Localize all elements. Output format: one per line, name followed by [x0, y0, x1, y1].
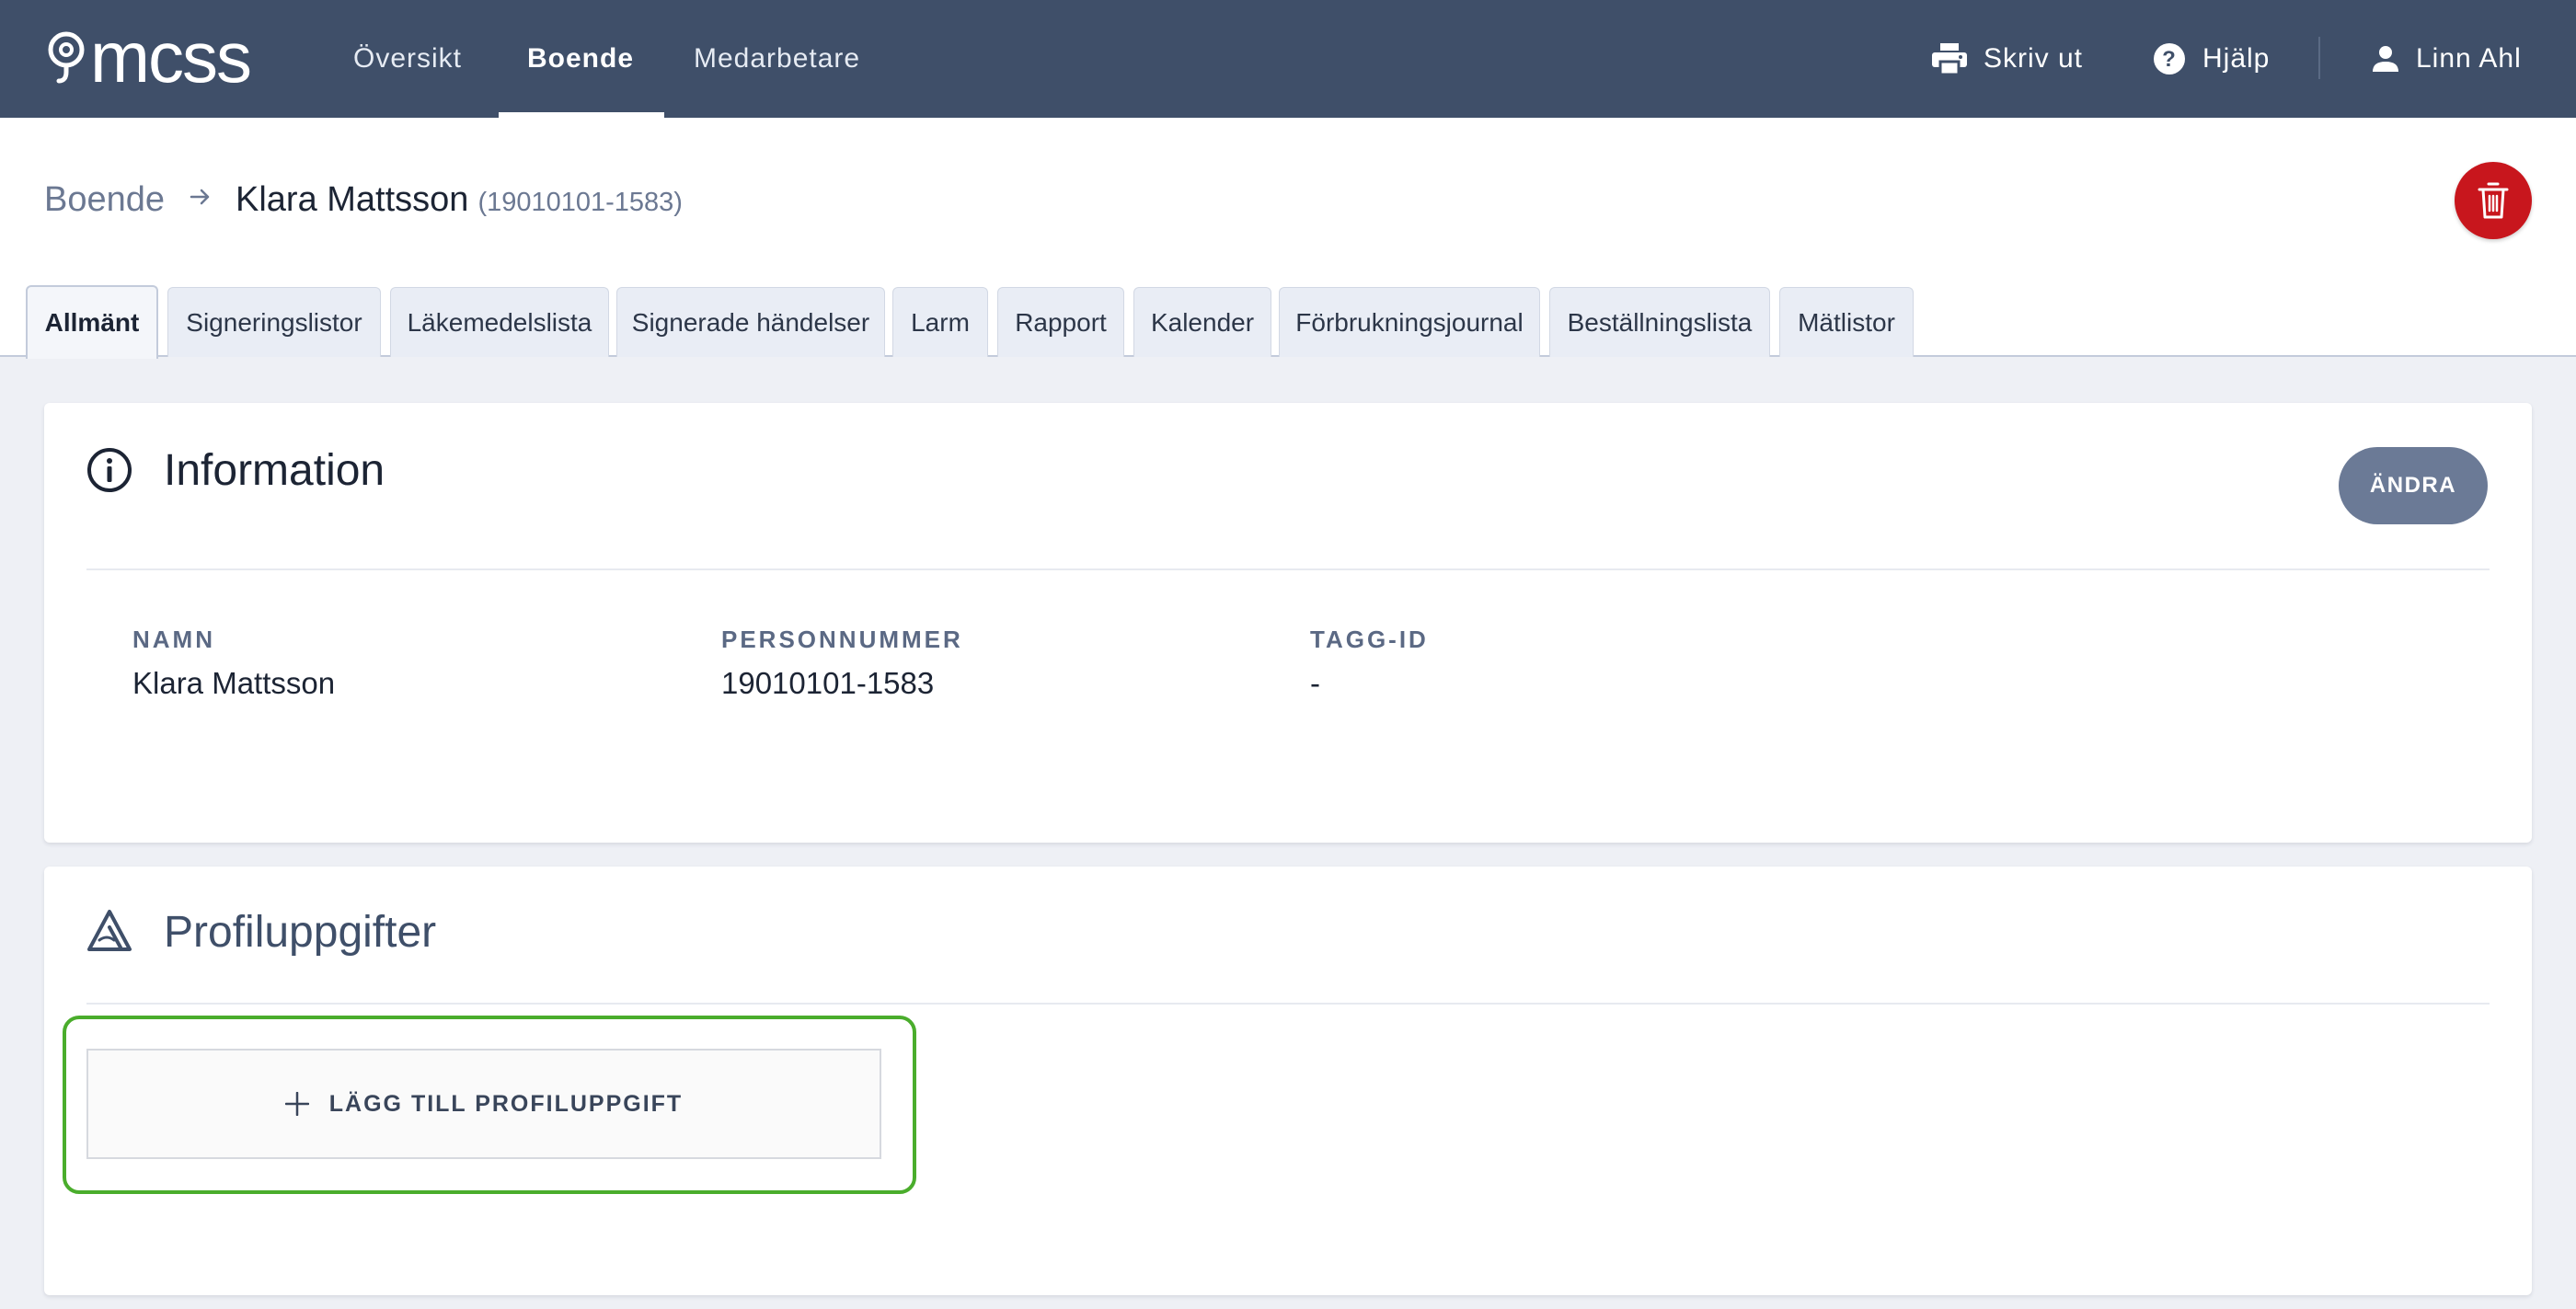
printer-icon	[1932, 43, 1967, 75]
stethoscope-logo-icon	[48, 31, 85, 84]
name-value: Klara Mattsson	[132, 666, 336, 700]
tab-signeringslistor[interactable]: Signeringslistor	[167, 287, 381, 357]
info-circle-icon	[87, 448, 132, 492]
plus-icon	[284, 1092, 309, 1116]
nav-divider	[2318, 37, 2320, 79]
user-name: Linn Ahl	[2416, 43, 2522, 74]
nav-item-medarbetare[interactable]: Medarbetare	[694, 0, 860, 118]
person-icon	[2373, 46, 2398, 72]
tab-lakemedelslista[interactable]: Läkemedelslista	[390, 287, 609, 357]
card-divider	[86, 568, 2490, 570]
delete-button[interactable]	[2455, 162, 2532, 239]
tab-rapport[interactable]: Rapport	[997, 287, 1124, 357]
tab-matlistor[interactable]: Mätlistor	[1779, 287, 1914, 357]
resident-name: Klara Mattsson	[236, 180, 469, 219]
user-menu[interactable]: Linn Ahl	[2372, 0, 2522, 118]
resident-personnummer: (19010101-1583)	[477, 188, 683, 217]
logo-text: mcss	[90, 17, 252, 98]
edit-button[interactable]: ÄNDRA	[2339, 447, 2488, 524]
add-profile-detail-label: LÄGG TILL PROFILUPPGIFT	[328, 1090, 684, 1117]
svg-text:?: ?	[2162, 47, 2177, 72]
print-label: Skriv ut	[1984, 43, 2084, 74]
profile-card: Profiluppgifter LÄGG TILL PROFILUPPGIFT	[44, 867, 2532, 1295]
personnummer-value: 19010101-1583	[721, 666, 935, 700]
arrow-right-icon	[190, 189, 210, 205]
trash-icon	[2478, 182, 2509, 219]
profile-triangle-icon	[87, 910, 132, 951]
add-profile-detail-button[interactable]: LÄGG TILL PROFILUPPGIFT	[86, 1049, 881, 1159]
mcss-logo[interactable]: mcss	[44, 17, 252, 98]
tag-id-value: -	[1310, 666, 1320, 700]
card-divider	[86, 1003, 2490, 1005]
print-button[interactable]: Skriv ut	[1932, 0, 2083, 118]
nav-item-oversikt[interactable]: Översikt	[353, 0, 462, 118]
information-title: Information	[164, 446, 385, 495]
nav-item-boende[interactable]: Boende	[527, 0, 634, 118]
tab-bestallningslista[interactable]: Beställningslista	[1549, 287, 1770, 357]
information-card: Information ÄNDRA NAMN Klara Mattsson PE…	[44, 403, 2532, 843]
help-label: Hjälp	[2202, 43, 2271, 74]
tab-allmant[interactable]: Allmänt	[26, 285, 158, 359]
help-circle-icon: ?	[2154, 43, 2185, 75]
personnummer-label: PERSONNUMMER	[721, 626, 963, 653]
tag-id-label: TAGG-ID	[1310, 626, 1429, 653]
breadcrumb-current: Klara Mattsson (19010101-1583)	[236, 180, 683, 220]
tab-forbrukningsjournal[interactable]: Förbrukningsjournal	[1279, 287, 1540, 357]
profile-title: Profiluppgifter	[164, 908, 437, 957]
help-button[interactable]: ? Hjälp	[2153, 0, 2270, 118]
tab-kalender[interactable]: Kalender	[1133, 287, 1271, 357]
breadcrumb-root-link[interactable]: Boende	[44, 180, 165, 220]
top-nav-bar: mcss Översikt Boende Medarbetare Skriv u…	[0, 0, 2576, 118]
tab-signerade-handelser[interactable]: Signerade händelser	[616, 287, 885, 357]
tab-larm[interactable]: Larm	[892, 287, 988, 357]
name-label: NAMN	[132, 626, 215, 653]
